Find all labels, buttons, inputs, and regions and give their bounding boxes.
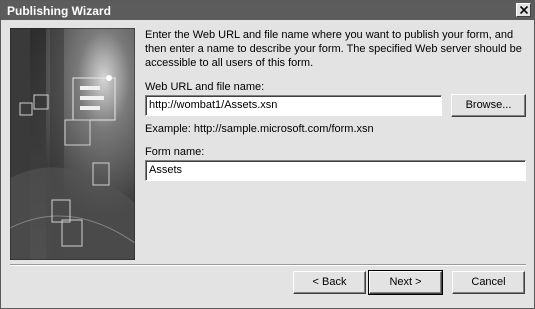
browse-button[interactable]: Browse... [451,94,526,117]
title-bar[interactable]: Publishing Wizard [1,1,534,20]
instructions-text: Enter the Web URL and file name where yo… [145,29,522,69]
wizard-illustration-graphic [10,28,135,260]
next-button[interactable]: Next > [368,270,443,295]
url-label: Web URL and file name: [145,81,265,93]
footer-divider [10,264,526,266]
form-name-input[interactable]: Assets [145,160,526,181]
publishing-wizard-dialog: Publishing Wizard Enter the Web URL and … [0,0,535,309]
wizard-illustration [10,28,135,260]
cancel-button[interactable]: Cancel [452,271,525,294]
back-button[interactable]: < Back [293,271,366,294]
url-input[interactable]: http://wombat1/Assets.xsn [145,95,442,116]
window-title: Publishing Wizard [7,4,111,18]
form-name-label: Form name: [145,146,205,158]
close-icon [520,6,528,14]
example-text: Example: http://sample.microsoft.com/for… [145,123,374,135]
close-button[interactable] [516,3,531,17]
